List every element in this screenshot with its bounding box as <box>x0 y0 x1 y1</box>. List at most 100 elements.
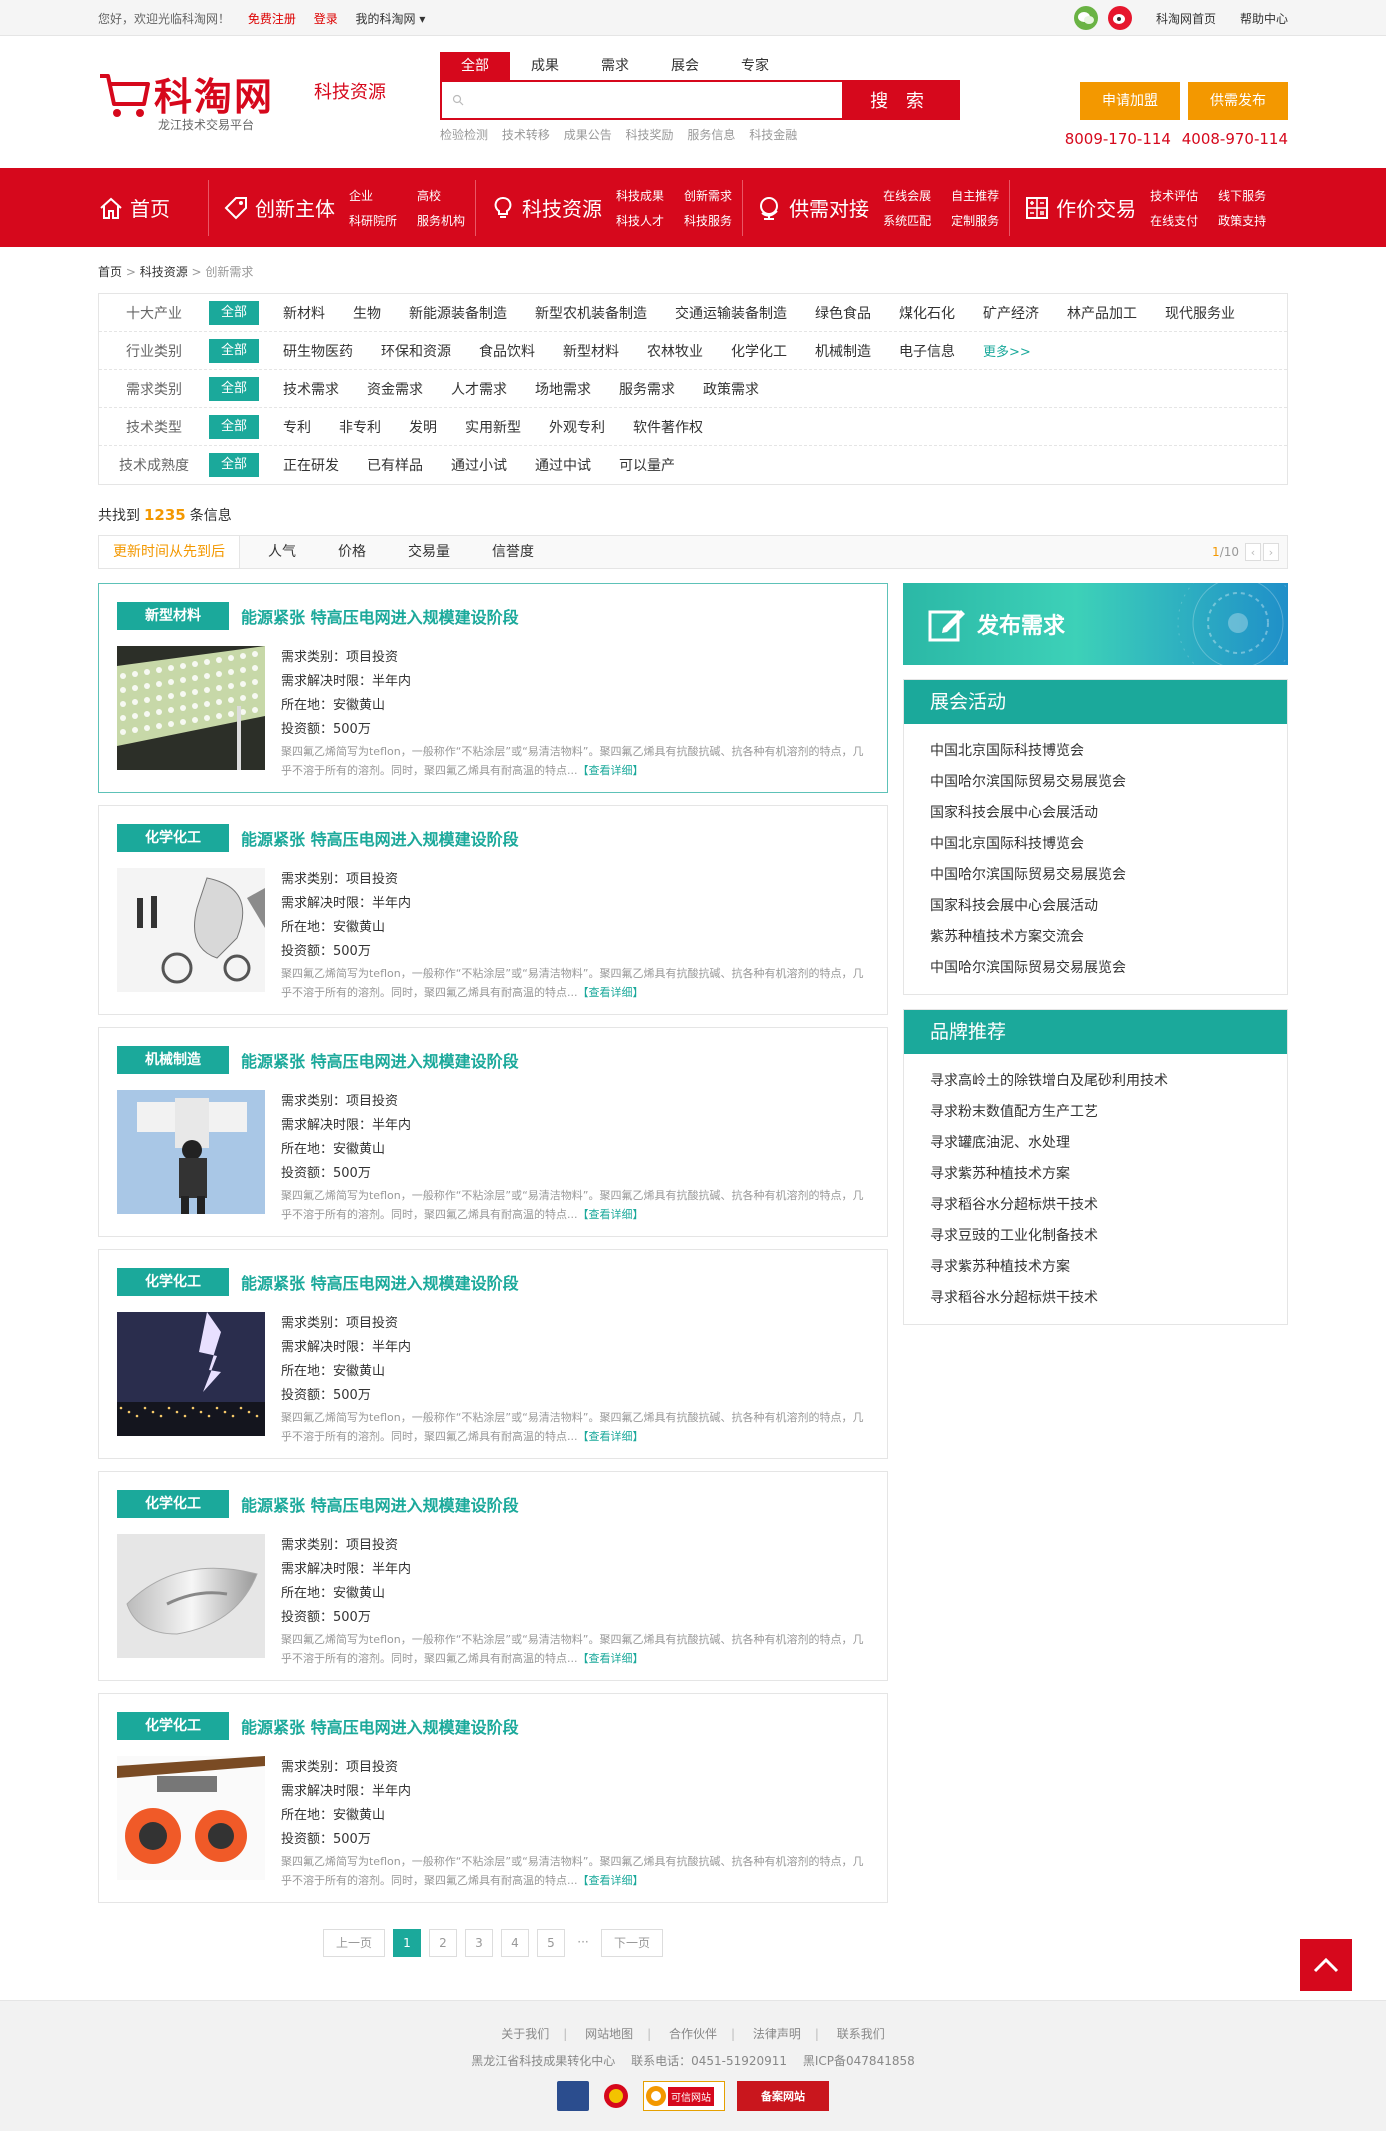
sort-option[interactable]: 价格 <box>324 536 380 568</box>
keyword-link[interactable]: 科技金融 <box>749 128 797 142</box>
nav-sub-link[interactable]: 技术评估 <box>1150 187 1198 204</box>
category-tag[interactable]: 化学化工 <box>117 824 229 852</box>
footer-link[interactable]: 关于我们 <box>501 2027 549 2041</box>
exhibition-link[interactable]: 中国北京国际科技博览会 <box>930 829 1261 860</box>
filter-option[interactable]: 外观专利 <box>549 417 605 437</box>
my-account-menu[interactable]: 我的科淘网 ▾ <box>356 12 426 26</box>
police-badge-icon[interactable] <box>557 2081 589 2111</box>
category-tag[interactable]: 机械制造 <box>117 1046 229 1074</box>
page-number[interactable]: 2 <box>429 1929 457 1957</box>
nav-sub-link[interactable]: 政策支持 <box>1218 212 1266 229</box>
filter-option[interactable]: 化学化工 <box>731 341 787 361</box>
next-page-button[interactable]: 下一页 <box>601 1929 663 1957</box>
filter-all-button[interactable]: 全部 <box>209 338 259 363</box>
category-tag[interactable]: 化学化工 <box>117 1712 229 1740</box>
wechat-icon[interactable] <box>1073 6 1098 30</box>
filter-option[interactable]: 人才需求 <box>451 379 507 399</box>
brand-link[interactable]: 寻求高岭土的除铁增白及尾砂利用技术 <box>930 1066 1261 1097</box>
back-to-top-button[interactable] <box>1300 1939 1352 1991</box>
search-tab[interactable]: 成果 <box>510 52 580 80</box>
filter-option[interactable]: 林产品加工 <box>1067 303 1137 323</box>
keyword-link[interactable]: 技术转移 <box>502 128 550 142</box>
filter-option[interactable]: 交通运输装备制造 <box>675 303 787 323</box>
filter-option[interactable]: 煤化石化 <box>899 303 955 323</box>
filter-option[interactable]: 研生物医药 <box>283 341 353 361</box>
nav-sub-link[interactable]: 自主推荐 <box>951 187 999 204</box>
nav-sub-link[interactable]: 服务机构 <box>417 212 465 229</box>
category-tag[interactable]: 化学化工 <box>117 1490 229 1518</box>
filter-all-button[interactable]: 全部 <box>209 300 259 325</box>
nav-sub-link[interactable]: 线下服务 <box>1218 187 1266 204</box>
search-tab[interactable]: 专家 <box>720 52 790 80</box>
exhibition-link[interactable]: 紫苏种植技术方案交流会 <box>930 922 1261 953</box>
register-link[interactable]: 免费注册 <box>248 12 296 26</box>
nav-sub-link[interactable]: 科技服务 <box>684 212 732 229</box>
exhibition-link[interactable]: 国家科技会展中心会展活动 <box>930 798 1261 829</box>
weibo-icon[interactable] <box>1107 6 1132 30</box>
filter-option[interactable]: 软件著作权 <box>633 417 703 437</box>
item-title[interactable]: 能源紧张 特高压电网进入规模建设阶段 <box>241 604 519 628</box>
publish-demand-banner[interactable]: 发布需求 <box>903 583 1288 665</box>
filter-all-button[interactable]: 全部 <box>209 453 259 477</box>
brand-link[interactable]: 寻求粉末数值配方生产工艺 <box>930 1097 1261 1128</box>
filter-option[interactable]: 矿产经济 <box>983 303 1039 323</box>
brand-link[interactable]: 寻求紫苏种植技术方案 <box>930 1252 1261 1283</box>
filter-option[interactable]: 已有样品 <box>367 455 423 475</box>
filter-option[interactable]: 可以量产 <box>619 455 675 475</box>
filter-option[interactable]: 通过中试 <box>535 455 591 475</box>
keyword-link[interactable]: 成果公告 <box>564 128 612 142</box>
page-number[interactable]: 1 <box>393 1929 421 1957</box>
filter-option[interactable]: 正在研发 <box>283 455 339 475</box>
exhibition-link[interactable]: 中国哈尔滨国际贸易交易展览会 <box>930 860 1261 891</box>
demand-item[interactable]: 化学化工 能源紧张 特高压电网进入规模建设阶段 需求类别：项目投资 需求解决时限… <box>98 1249 888 1459</box>
filter-option[interactable]: 服务需求 <box>619 379 675 399</box>
brand-link[interactable]: 寻求豆豉的工业化制备技术 <box>930 1221 1261 1252</box>
view-detail-link[interactable]: 【查看详细】 <box>578 764 644 777</box>
nav-sub-link[interactable]: 系统匹配 <box>883 212 931 229</box>
page-number[interactable]: 4 <box>501 1929 529 1957</box>
filter-option[interactable]: 环保和资源 <box>381 341 451 361</box>
item-title[interactable]: 能源紧张 特高压电网进入规模建设阶段 <box>241 1270 519 1294</box>
exhibition-link[interactable]: 国家科技会展中心会展活动 <box>930 891 1261 922</box>
filter-option[interactable]: 新型农机装备制造 <box>535 303 647 323</box>
nav-title[interactable]: 供需对接 <box>757 193 869 222</box>
filter-option[interactable]: 政策需求 <box>703 379 759 399</box>
publish-supply-button[interactable]: 供需发布 <box>1188 82 1288 120</box>
site-home-link[interactable]: 科淘网首页 <box>1156 10 1216 27</box>
apply-join-button[interactable]: 申请加盟 <box>1080 82 1180 120</box>
nav-title[interactable]: 作价交易 <box>1024 193 1136 222</box>
keyword-link[interactable]: 服务信息 <box>687 128 735 142</box>
search-button[interactable]: 搜 索 <box>842 82 958 118</box>
item-image[interactable] <box>117 1312 265 1436</box>
item-title[interactable]: 能源紧张 特高压电网进入规模建设阶段 <box>241 826 519 850</box>
filter-option[interactable]: 食品饮料 <box>479 341 535 361</box>
exhibition-link[interactable]: 中国哈尔滨国际贸易交易展览会 <box>930 767 1261 798</box>
prev-page-button[interactable]: 上一页 <box>323 1929 385 1957</box>
sort-option[interactable]: 人气 <box>254 536 310 568</box>
view-detail-link[interactable]: 【查看详细】 <box>578 1874 644 1887</box>
demand-item[interactable]: 新型材料 能源紧张 特高压电网进入规模建设阶段 需求类别：项目投资 需求解决时限… <box>98 583 888 793</box>
exhibition-link[interactable]: 中国哈尔滨国际贸易交易展览会 <box>930 953 1261 984</box>
demand-item[interactable]: 化学化工 能源紧张 特高压电网进入规模建设阶段 需求类别：项目投资 需求解决时限… <box>98 1693 888 1903</box>
view-detail-link[interactable]: 【查看详细】 <box>578 986 644 999</box>
brand-link[interactable]: 寻求稻谷水分超标烘干技术 <box>930 1190 1261 1221</box>
item-image[interactable] <box>117 1090 265 1214</box>
nav-sub-link[interactable]: 在线会展 <box>883 187 931 204</box>
item-image[interactable] <box>117 1534 265 1658</box>
nav-sub-link[interactable]: 创新需求 <box>684 187 732 204</box>
filter-option[interactable]: 资金需求 <box>367 379 423 399</box>
footer-link[interactable]: 合作伙伴 <box>669 2027 717 2041</box>
filter-option[interactable]: 实用新型 <box>465 417 521 437</box>
trusted-site-badge[interactable]: 可信网站 <box>643 2081 725 2111</box>
help-center-link[interactable]: 帮助中心 <box>1240 10 1288 27</box>
search-tab[interactable]: 展会 <box>650 52 720 80</box>
filter-option[interactable]: 电子信息 <box>899 341 955 361</box>
filter-option[interactable]: 现代服务业 <box>1165 303 1235 323</box>
filter-option[interactable]: 技术需求 <box>283 379 339 399</box>
emblem-badge-icon[interactable] <box>601 2081 631 2111</box>
category-tag[interactable]: 新型材料 <box>117 602 229 630</box>
nav-sub-link[interactable]: 定制服务 <box>951 212 999 229</box>
sort-option[interactable]: 更新时间从先到后 <box>99 536 240 568</box>
search-tab[interactable]: 全部 <box>440 52 510 80</box>
category-tag[interactable]: 化学化工 <box>117 1268 229 1296</box>
